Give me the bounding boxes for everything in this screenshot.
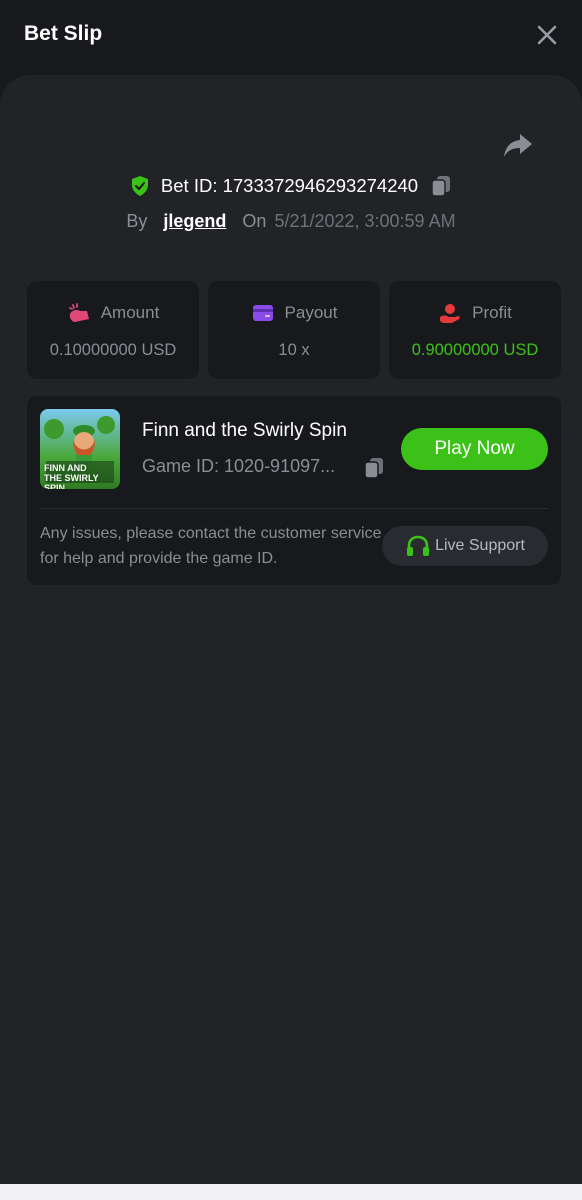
payout-header: Payout: [208, 301, 380, 325]
amount-card: Amount 0.10000000 USD: [27, 281, 199, 379]
payout-card-icon: [252, 305, 273, 321]
profit-card: Profit 0.90000000 USD: [389, 281, 561, 379]
bet-meta-row: By jlegend On 5/21/2022, 3:00:59 AM: [0, 207, 582, 235]
by-label: By: [126, 210, 148, 231]
profit-hand-icon: [440, 304, 460, 323]
bet-slip-screen: Bet Slip Bet ID: 1733372946293274240 By …: [0, 0, 582, 1184]
close-icon[interactable]: [534, 22, 560, 48]
bottom-edge: [0, 1184, 582, 1200]
on-label: On: [242, 210, 267, 231]
bet-date: 5/21/2022, 3:00:59 AM: [274, 210, 456, 231]
live-support-button[interactable]: Live Support: [382, 526, 548, 566]
game-thumbnail-title: FINN AND THE SWIRLY SPIN: [44, 463, 99, 489]
copy-bet-id-icon[interactable]: [430, 174, 452, 198]
header: Bet Slip: [0, 0, 582, 72]
divider: [40, 508, 548, 509]
payout-card: Payout 10 x: [208, 281, 380, 379]
bet-id: Bet ID: 1733372946293274240: [160, 175, 419, 196]
payout-value: 10 x: [278, 341, 310, 359]
game-card: FINN AND THE SWIRLY SPIN Finn and the Sw…: [27, 396, 561, 585]
game-thumbnail[interactable]: FINN AND THE SWIRLY SPIN: [40, 409, 120, 489]
amount-value: 0.10000000 USD: [49, 341, 177, 359]
game-name: Finn and the Swirly Spin: [142, 420, 347, 441]
bet-detail-panel: [0, 75, 582, 1184]
profit-header: Profit: [389, 301, 561, 325]
play-now-button[interactable]: Play Now: [401, 428, 548, 470]
amount-icon: [68, 303, 89, 322]
profit-value: 0.90000000 USD: [411, 341, 539, 359]
headset-icon: [407, 535, 430, 556]
live-support-label: Live Support: [435, 537, 525, 554]
username-link[interactable]: jlegend: [163, 211, 226, 232]
game-id: Game ID: 1020-91097...: [142, 456, 336, 476]
page-title: Bet Slip: [24, 22, 103, 45]
share-icon[interactable]: [500, 128, 536, 162]
amount-label: Amount: [100, 303, 160, 322]
verified-shield-icon: [131, 176, 148, 196]
amount-header: Amount: [27, 301, 199, 325]
payout-label: Payout: [284, 303, 338, 322]
profit-label: Profit: [472, 303, 512, 322]
copy-game-id-icon[interactable]: [363, 456, 385, 480]
support-note: Any issues, please contact the customer …: [40, 525, 382, 567]
bet-id-row: Bet ID: 1733372946293274240: [0, 172, 582, 200]
